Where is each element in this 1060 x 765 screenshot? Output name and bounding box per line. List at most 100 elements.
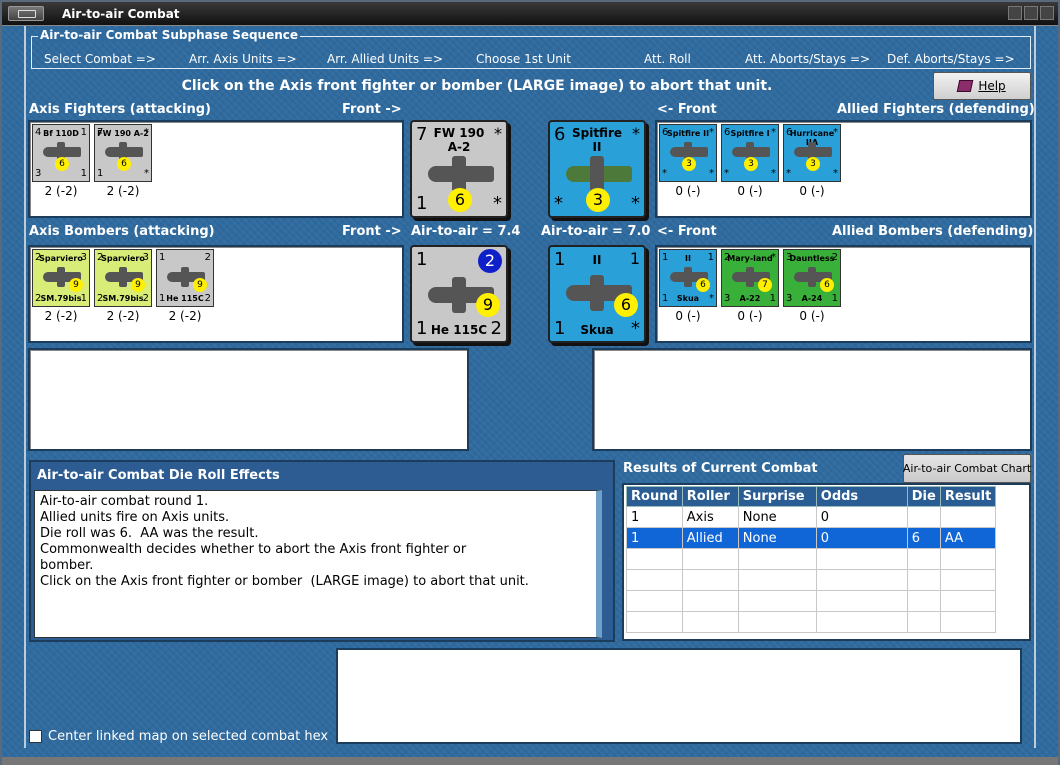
col-round[interactable]: Round (626, 486, 683, 507)
effects-line: Commonwealth decides whether to abort th… (40, 542, 467, 557)
col-die[interactable]: Die (906, 486, 941, 507)
counter-range: 6 (55, 157, 69, 171)
col-result[interactable]: Result (939, 486, 997, 507)
axis_fighters-counter[interactable]: 7 * 1 * FW 190 A-2 6 (94, 124, 152, 182)
step-att-roll: Att. Roll (644, 52, 691, 66)
allied_fighters-counter[interactable]: 6 * * * Spitfire I3 (721, 124, 779, 182)
axis-front-bomber-counter[interactable]: 1 2 9 1 He 115C 2 (410, 245, 508, 343)
col-roller[interactable]: Roller (681, 486, 739, 507)
subphase-title: Air-to-air Combat Subphase Sequence (38, 28, 301, 42)
counter-name-bottom: Skua (676, 294, 700, 303)
table-cell (939, 569, 997, 591)
front-allied-fighter-range: 3 (586, 188, 610, 212)
die-roll-effects-text[interactable]: Air-to-air combat round 1. Allied units … (34, 490, 602, 638)
table-cell: None (737, 506, 817, 528)
axis-bombers-front-label: Front -> (342, 224, 402, 239)
axis_bombers-counter[interactable]: 1 2 1 2 9 He 115C (156, 249, 214, 307)
table-cell (906, 569, 941, 591)
counter-tr: 2 (204, 252, 211, 263)
counter-value: 0 (-) (737, 309, 763, 323)
front-axis-fighter-range: 6 (448, 188, 472, 212)
counter-bl: 3 (35, 168, 42, 179)
axis-bombers-label: Axis Bombers (attacking) (29, 224, 215, 239)
counter-value: 0 (-) (675, 309, 701, 323)
front-axis-fighter-defense: 1 (416, 193, 428, 214)
allied-info-panel (592, 348, 1032, 451)
allied-front-bomber-counter[interactable]: 1 II 1 6 1 Skua * (548, 245, 646, 343)
center-map-checkbox[interactable] (29, 730, 42, 743)
counter-br: * (771, 168, 776, 179)
allied_bombers-counter[interactable]: 2 * 3 1 Mary-land 7 A-22 (721, 249, 779, 307)
air-to-air-combat-chart-button[interactable]: Air-to-air Combat Chart (903, 454, 1031, 483)
results-header-row: Round Roller Surprise Odds Die Result (626, 486, 997, 507)
counter-range: 6 (820, 278, 834, 292)
front-allied-fighter-defense: * (554, 193, 563, 214)
axis_fighters-counter[interactable]: 4 1 3 1 Bf 110D 6 (32, 124, 90, 182)
front-allied-fighter-type: Spitfire (571, 126, 623, 140)
step-def-aborts-stays: Def. Aborts/Stays => (887, 52, 1015, 66)
table-row[interactable]: 1 Axis None 0 (626, 506, 997, 528)
table-cell (906, 506, 941, 528)
front-allied-fighter-br: * (631, 193, 640, 214)
step-select-combat: Select Combat => (44, 52, 156, 66)
table-cell: 1 (626, 506, 683, 528)
help-button[interactable]: Help (933, 72, 1031, 100)
table-cell: Axis (681, 506, 739, 528)
allied_fighters-counter[interactable]: 6 * * * Spitfire II 3 (659, 124, 717, 182)
table-cell (815, 548, 908, 570)
counter-value: 0 (-) (799, 184, 825, 198)
plane-icon (794, 142, 832, 162)
table-row[interactable]: 1 Allied None 0 6 AA (626, 527, 997, 549)
counter-tl: 1 (159, 252, 166, 263)
front-axis-bomber-attack: 1 (416, 249, 428, 270)
allied_fighters-counter[interactable]: 6***Hurricane IIA3 (783, 124, 841, 182)
counter-bl: * (662, 168, 667, 179)
effects-line: bomber. (40, 558, 94, 573)
table-row-empty (626, 548, 997, 570)
results-title: Results of Current Combat (623, 461, 818, 476)
axis_bombers-counter[interactable]: 2 3 2 1 Sparviero 9 SM.79bis (32, 249, 90, 307)
front-axis-fighter-type: FW 190 (433, 126, 485, 140)
air-to-air-combat-window: Air-to-air Combat Air-to-air Combat Subp… (0, 0, 1060, 765)
counter-name: Bf 110D (43, 129, 79, 138)
counter-value: 2 (-2) (106, 309, 140, 323)
window-menu-icon[interactable] (8, 6, 44, 21)
plane-icon (105, 142, 143, 162)
counter-name-bottom: SM.79bis (40, 294, 82, 303)
center-map-checkbox-row[interactable]: Center linked map on selected combat hex (29, 729, 328, 744)
front-axis-bomber-range: 9 (476, 293, 500, 317)
counter-value: 0 (-) (799, 309, 825, 323)
table-cell: 6 (906, 527, 941, 549)
fighter-plane-icon (428, 156, 494, 192)
close-icon[interactable] (1040, 6, 1054, 20)
counter-name: Mary-land (727, 254, 773, 263)
allied_bombers-counter[interactable]: 1 1 1 * II 6 Skua (659, 249, 717, 307)
table-row-empty (626, 569, 997, 591)
col-surprise[interactable]: Surprise (737, 486, 817, 507)
counter-br: 1 (80, 168, 87, 179)
maximize-icon[interactable] (1024, 6, 1038, 20)
table-row-empty (626, 611, 997, 633)
table-cell (681, 548, 739, 570)
counter-name-bottom: He 115C (166, 294, 204, 303)
table-cell (626, 569, 683, 591)
table-cell (815, 590, 908, 612)
table-cell (626, 548, 683, 570)
front-allied-fighter-variant: II (592, 140, 602, 154)
table-cell (681, 590, 739, 612)
results-table-box: Round Roller Surprise Odds Die Result 1A… (622, 483, 1031, 641)
minimize-icon[interactable] (1008, 6, 1022, 20)
table-cell (939, 590, 997, 612)
axis_bombers-counter[interactable]: 2 3 2 2 Sparviero 9 SM.79bis (94, 249, 152, 307)
front-allied-bomber-name: Skua (580, 323, 614, 337)
col-odds[interactable]: Odds (815, 486, 908, 507)
front-axis-bomber-blue: 2 (478, 249, 502, 273)
counter-range: 7 (758, 278, 772, 292)
counter-name-bottom: A-24 (801, 294, 823, 303)
allied-front-fighter-counter[interactable]: 6 Spitfire II * * 3 * (548, 120, 646, 218)
center-map-checkbox-label: Center linked map on selected combat hex (48, 729, 329, 744)
axis-front-fighter-counter[interactable]: 7 FW 190 A-2 * 1 6 * (410, 120, 508, 218)
allied_bombers-counter[interactable]: 3 2 3 1 Dauntless 6 A-24 (783, 249, 841, 307)
die-roll-effects-title: Air-to-air Combat Die Roll Effects (37, 468, 280, 483)
axis-fighters-label: Axis Fighters (attacking) (29, 102, 211, 117)
